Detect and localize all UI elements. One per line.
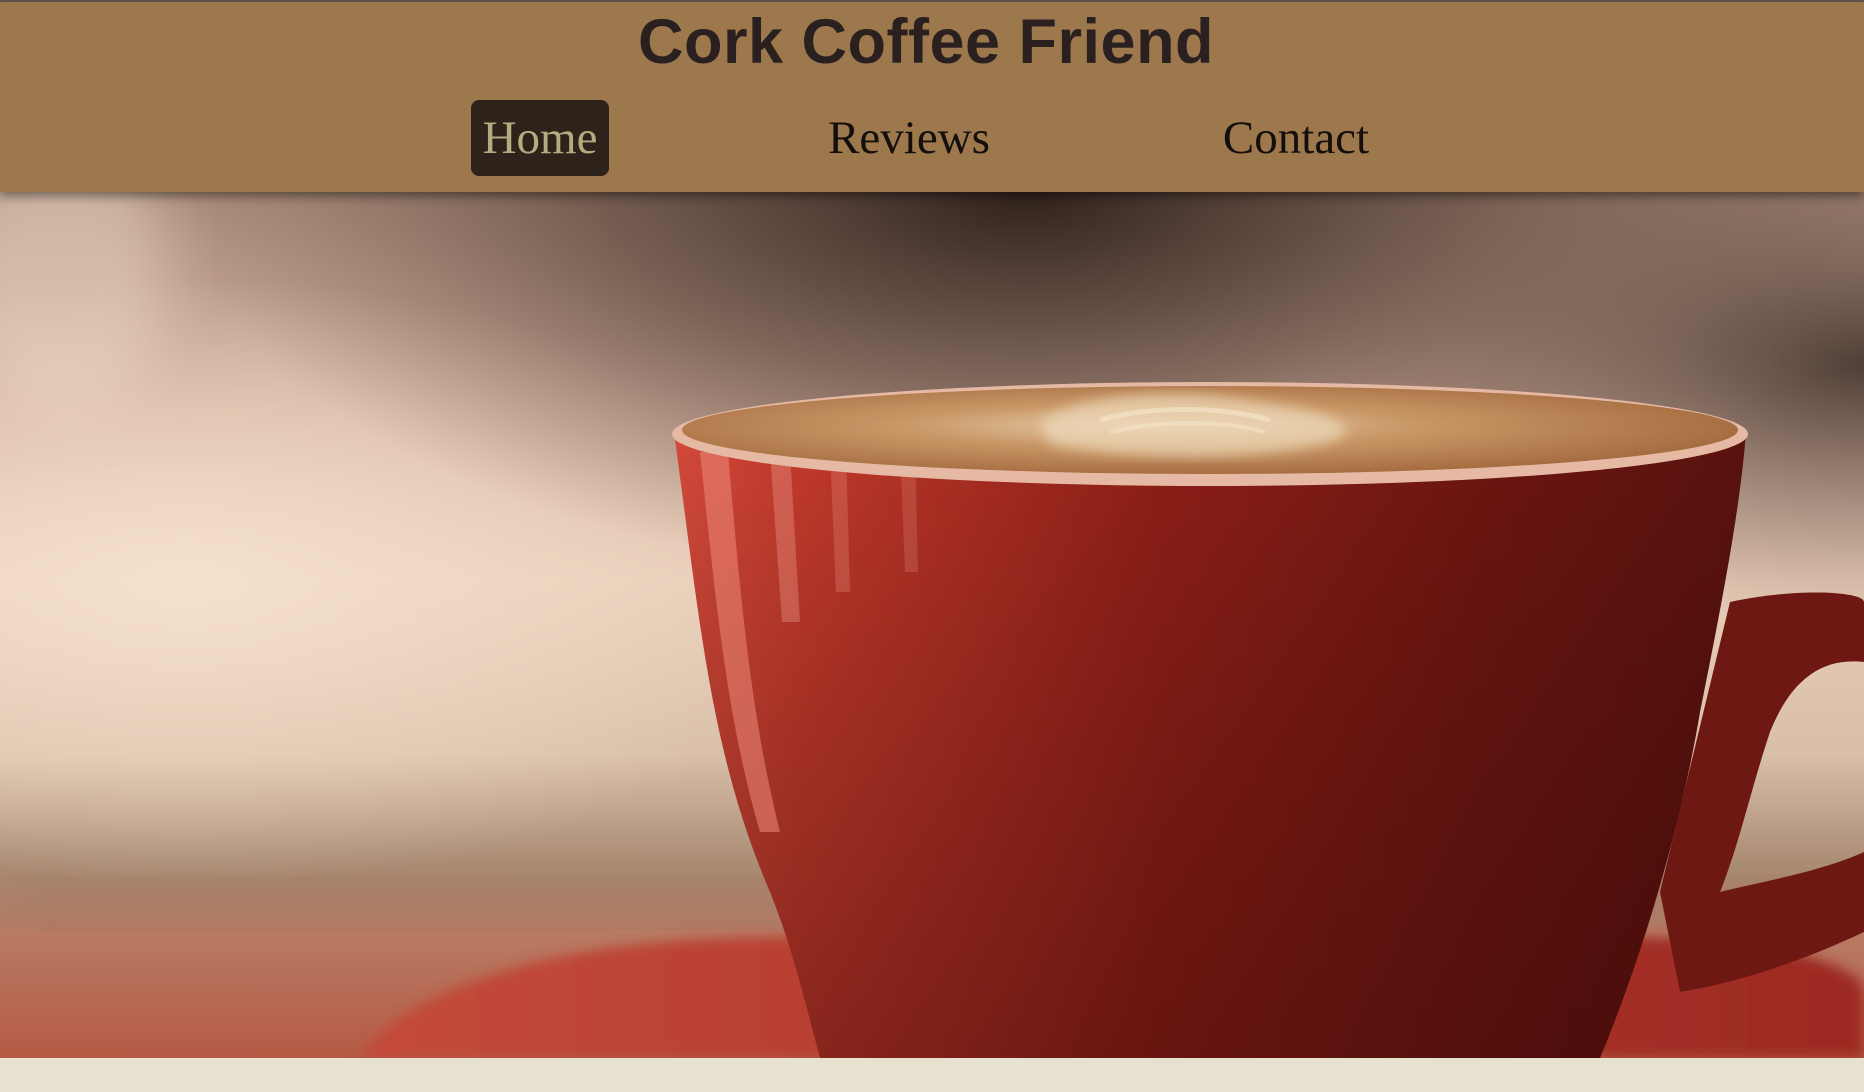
page-footer-band (0, 1058, 1864, 1092)
hero-image (0, 192, 1864, 1058)
site-title: Cork Coffee Friend (637, 7, 1215, 77)
coffee-cup-photo (0, 192, 1864, 1058)
nav-link-contact[interactable]: Contact (1214, 100, 1378, 176)
nav-link-reviews[interactable]: Reviews (820, 100, 998, 176)
page: Cork Coffee Friend Home Reviews Contact (0, 0, 1864, 1092)
main-nav: Home Reviews Contact (0, 100, 1864, 176)
site-header: Cork Coffee Friend Home Reviews Contact (0, 2, 1864, 192)
nav-link-home[interactable]: Home (471, 100, 609, 176)
